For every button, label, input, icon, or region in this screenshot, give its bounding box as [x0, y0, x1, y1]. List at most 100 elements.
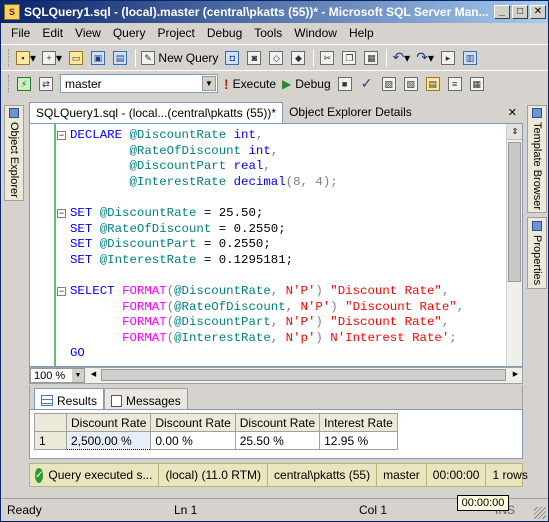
split-icon[interactable]: ⇕ — [507, 124, 522, 140]
save-all-button[interactable]: ▤ — [110, 48, 130, 68]
corner-cell[interactable] — [34, 413, 67, 432]
menu-project[interactable]: Project — [152, 26, 201, 40]
column-header[interactable]: Interest Rate — [319, 413, 399, 432]
column-header[interactable]: Discount Rate — [234, 413, 321, 432]
column-header[interactable]: Discount Rate — [65, 413, 152, 432]
menu-debug[interactable]: Debug — [201, 26, 248, 40]
code-line[interactable]: @RateOfDiscount int, — [70, 144, 464, 160]
redo-button[interactable]: ↷ ▾ — [414, 48, 436, 68]
available-databases-select[interactable]: master ▼ — [60, 74, 218, 93]
change-connection-button[interactable]: ⇄ — [36, 74, 56, 94]
code-line[interactable]: DECLARE @DiscountRate int, — [70, 128, 464, 144]
open-file-button[interactable]: ▭ — [66, 48, 86, 68]
code-line[interactable]: FORMAT(@RateOfDiscount, N'P') "Discount … — [70, 300, 464, 316]
close-button[interactable]: ✕ — [530, 5, 546, 19]
maximize-button[interactable]: □ — [512, 5, 528, 19]
code-token: = 0.2550; — [218, 221, 286, 236]
debug-button[interactable]: ▶ Debug — [280, 74, 333, 94]
resize-grip[interactable] — [534, 507, 546, 519]
copy-button[interactable]: ❐ — [339, 48, 359, 68]
chevron-down-icon[interactable]: ▼ — [72, 369, 84, 382]
properties-tab[interactable]: Properties — [527, 217, 547, 289]
execute-button[interactable]: ! Execute — [222, 74, 278, 94]
code-line[interactable]: @DiscountPart real, — [70, 159, 464, 175]
collapse-icon[interactable]: − — [57, 209, 66, 218]
messages-tab-label: Messages — [126, 393, 181, 408]
scroll-left-icon[interactable]: ◀ — [87, 368, 100, 382]
new-project-button[interactable]: ▪ ▾ — [14, 48, 38, 68]
table-row[interactable]: 1 2,500.00 % 0.00 % 25.50 % 12.95 % — [34, 431, 399, 450]
menu-view[interactable]: View — [69, 26, 107, 40]
mdx-query-button[interactable]: ◇ — [266, 48, 286, 68]
code-token: @InterestRate — [129, 174, 234, 189]
code-line[interactable]: SET @RateOfDiscount = 0.2550; — [70, 222, 464, 238]
results-to-text-button[interactable]: ≡ — [445, 74, 465, 94]
database-engine-query-button[interactable]: ◘ — [222, 48, 242, 68]
menu-help[interactable]: Help — [343, 26, 380, 40]
query-designer-button[interactable]: ▧ — [401, 74, 421, 94]
menu-query[interactable]: Query — [107, 26, 152, 40]
code-token: GO — [70, 346, 85, 361]
code-line[interactable]: SET @InterestRate = 0.1295181; — [70, 253, 464, 269]
save-button[interactable]: ▣ — [88, 48, 108, 68]
code-line[interactable]: FORMAT(@DiscountPart, N'P') "Discount Ra… — [70, 315, 464, 331]
query-editor[interactable]: − − − DECLARE @DiscountRate int, @RateOf… — [29, 123, 523, 367]
cancel-query-button[interactable]: ■ — [335, 74, 355, 94]
menu-edit[interactable]: Edit — [36, 26, 69, 40]
collapse-icon[interactable]: − — [57, 287, 66, 296]
paste-button[interactable]: ▦ — [361, 48, 381, 68]
toolbar-grip[interactable] — [8, 74, 11, 93]
code-line[interactable] — [70, 190, 464, 206]
table-cell[interactable]: 12.95 % — [319, 431, 399, 450]
code-line[interactable]: GO — [70, 346, 464, 362]
menu-file[interactable]: File — [5, 26, 36, 40]
new-query-button[interactable]: ✎ New Query — [139, 48, 220, 68]
tab-results[interactable]: Results — [34, 388, 105, 409]
scrollbar-thumb[interactable] — [508, 142, 521, 282]
column-header[interactable]: Discount Rate — [150, 413, 236, 432]
toolbar-grip[interactable] — [8, 48, 11, 67]
dmx-query-button[interactable]: ◆ — [288, 48, 308, 68]
code-token: int — [233, 128, 256, 142]
code-line[interactable]: SET @DiscountPart = 0.2550; — [70, 237, 464, 253]
menu-tools[interactable]: Tools — [248, 26, 288, 40]
template-browser-tab[interactable]: Template Browser — [527, 105, 547, 213]
estimated-plan-button[interactable]: ▨ — [379, 74, 399, 94]
zoom-select[interactable]: 100 % ▼ — [30, 368, 85, 383]
scroll-right-icon[interactable]: ▶ — [509, 368, 522, 382]
scrollbar-thumb[interactable] — [101, 369, 506, 381]
object-explorer-tab[interactable]: Object Explorer — [4, 105, 24, 201]
intellisense-button[interactable]: ▤ — [423, 74, 443, 94]
results-to-grid-button[interactable]: ▦ — [467, 74, 487, 94]
tab-object-explorer-details[interactable]: Object Explorer Details — [283, 102, 418, 123]
solution-explorer-button[interactable]: ▥ — [460, 48, 480, 68]
title-bar[interactable]: S SQLQuery1.sql - (local).master (centra… — [1, 1, 548, 23]
editor-vertical-scrollbar[interactable]: ⇕ — [506, 124, 522, 366]
add-item-button[interactable]: + ▾ — [40, 48, 64, 68]
sql-code[interactable]: DECLARE @DiscountRate int, @RateOfDiscou… — [70, 128, 464, 362]
table-cell[interactable]: 2,500.00 % — [65, 431, 152, 450]
tab-sqlquery1[interactable]: SQLQuery1.sql - (local...(central\pkatts… — [29, 102, 284, 123]
minimize-button[interactable]: _ — [494, 5, 510, 19]
connect-button[interactable]: ⚡ — [14, 74, 34, 94]
analysis-query-button[interactable]: ◙ — [244, 48, 264, 68]
save-all-icon: ▤ — [113, 50, 128, 65]
code-line[interactable]: SET @DiscountRate = 25.50; — [70, 206, 464, 222]
parse-button[interactable]: ✓ — [357, 74, 377, 94]
close-icon[interactable]: ✕ — [508, 106, 517, 119]
code-line[interactable]: @InterestRate decimal(8, 4); — [70, 175, 464, 191]
code-line[interactable]: SELECT FORMAT(@DiscountRate, N'P') "Disc… — [70, 284, 464, 300]
tab-messages[interactable]: Messages — [104, 388, 188, 409]
code-line[interactable] — [70, 268, 464, 284]
table-cell[interactable]: 0.00 % — [150, 431, 236, 450]
code-line[interactable]: FORMAT(@InterestRate, N'p') N'Interest R… — [70, 331, 464, 347]
row-number[interactable]: 1 — [34, 431, 67, 450]
chevron-down-icon[interactable]: ▼ — [202, 76, 216, 91]
undo-button[interactable]: ↶ ▾ — [390, 48, 412, 68]
menu-window[interactable]: Window — [288, 26, 343, 40]
navigate-button[interactable]: ▸ — [438, 48, 458, 68]
cut-button[interactable]: ✂ — [317, 48, 337, 68]
collapse-icon[interactable]: − — [57, 131, 66, 140]
editor-horizontal-scrollbar[interactable]: ◀ ▶ — [87, 368, 522, 383]
table-cell[interactable]: 25.50 % — [234, 431, 321, 450]
